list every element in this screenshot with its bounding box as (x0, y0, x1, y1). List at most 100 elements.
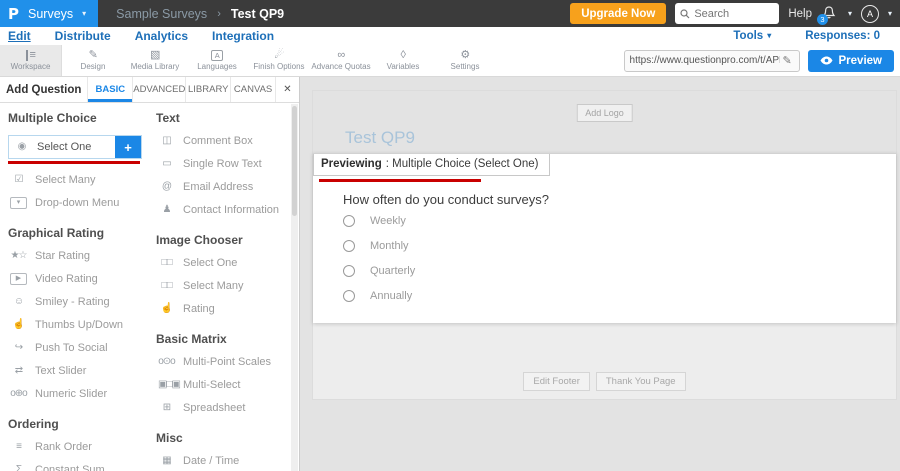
question-type-contact-information[interactable]: ♟ Contact Information (158, 204, 292, 216)
tag-icon: ◊ (401, 50, 406, 61)
question-type-video-rating[interactable]: ▶ Video Rating (10, 273, 144, 285)
question-type-image-select-one[interactable]: □□ Select One (158, 257, 292, 269)
question-type-comment-box[interactable]: ◫ Comment Box (158, 135, 292, 147)
tab-library[interactable]: LIBRARY (185, 77, 230, 102)
option-weekly[interactable]: Weekly (343, 208, 415, 233)
question-type-constant-sum[interactable]: Σ Constant Sum (10, 464, 144, 471)
item-label: Select Many (35, 174, 96, 186)
toolbar-advance-quotas-button[interactable]: ∞ Advance Quotas (310, 45, 372, 76)
spreadsheet-icon: ⊞ (158, 403, 175, 413)
avatar[interactable]: A (861, 5, 879, 23)
panel-tabs: BASIC ADVANCED LIBRARY CANVAS (87, 77, 275, 102)
toolbar-workspace-button[interactable]: ≡ Workspace (0, 45, 62, 76)
option-annually[interactable]: Annually (343, 283, 415, 308)
main-nav: Edit Distribute Analytics Integration To… (0, 27, 900, 45)
panel-title: Add Question (0, 77, 87, 102)
notification-caret-icon[interactable]: ▾ (848, 10, 852, 18)
toolbar-design-button[interactable]: ✎ Design (62, 45, 124, 76)
question-type-smiley-rating[interactable]: ☺ Smiley - Rating (10, 296, 144, 308)
question-type-spreadsheet[interactable]: ⊞ Spreadsheet (158, 402, 292, 414)
star-rating-icon: ★☆ (10, 251, 27, 261)
option-monthly[interactable]: Monthly (343, 233, 415, 258)
tab-advanced[interactable]: ADVANCED (132, 77, 185, 102)
search-box[interactable] (675, 3, 779, 24)
question-type-push-to-social[interactable]: ↪ Push To Social (10, 342, 144, 354)
toolbar-label: Finish Options (253, 63, 304, 71)
help-link[interactable]: Help (788, 8, 812, 20)
preview-button[interactable]: Preview (808, 50, 894, 72)
radio-icon[interactable] (343, 240, 355, 252)
toolbar-variables-button[interactable]: ◊ Variables (372, 45, 434, 76)
question-text[interactable]: How often do you conduct surveys? (343, 192, 549, 207)
magic-wand-icon: ☄ (274, 50, 283, 61)
panel-scrollbar[interactable] (291, 104, 298, 471)
responses-count[interactable]: Responses: 0 (805, 30, 880, 42)
notification-bell-icon[interactable]: 3 (821, 5, 839, 23)
radio-icon[interactable] (343, 265, 355, 277)
rank-order-icon: ≡ (10, 442, 27, 452)
question-type-dropdown-menu[interactable]: ▾ Drop-down Menu (10, 197, 144, 209)
select-many-icon: ☑ (10, 175, 27, 185)
account-caret-icon[interactable]: ▾ (888, 10, 892, 18)
previewing-tab: Previewing : Multiple Choice (Select One… (313, 154, 550, 176)
nav-item-distribute[interactable]: Distribute (55, 29, 111, 43)
edit-footer-button[interactable]: Edit Footer (523, 372, 589, 391)
item-label: Contact Information (183, 204, 279, 216)
question-type-single-row-text[interactable]: ▭ Single Row Text (158, 158, 292, 170)
chevron-down-icon: ▾ (82, 10, 86, 18)
topbar: P Surveys ▾ Sample Surveys › Test QP9 Up… (0, 0, 900, 27)
survey-title[interactable]: Test QP9 (345, 128, 415, 148)
question-type-text-slider[interactable]: ⇄ Text Slider (10, 365, 144, 377)
nav-item-analytics[interactable]: Analytics (135, 29, 188, 43)
red-underline (8, 161, 140, 164)
thank-you-page-button[interactable]: Thank You Page (596, 372, 686, 391)
nav-item-edit[interactable]: Edit (8, 29, 31, 43)
question-type-image-rating[interactable]: ☝ Rating (158, 303, 292, 315)
question-preview-card: Previewing : Multiple Choice (Select One… (313, 153, 896, 323)
surveys-menu[interactable]: P Surveys ▾ (0, 0, 98, 27)
question-type-thumbs-up-down[interactable]: ☝ Thumbs Up/Down (10, 319, 144, 331)
question-type-rank-order[interactable]: ≡ Rank Order (10, 441, 144, 453)
item-label: Select One (183, 257, 237, 269)
option-quarterly[interactable]: Quarterly (343, 258, 415, 283)
toolbar-finish-options-button[interactable]: ☄ Finish Options (248, 45, 310, 76)
preview-label: Preview (839, 55, 882, 67)
quota-links-icon: ∞ (337, 50, 344, 61)
item-label: Drop-down Menu (35, 197, 119, 209)
question-type-image-select-many[interactable]: □□ Select Many (158, 280, 292, 292)
nav-item-integration[interactable]: Integration (212, 29, 274, 43)
edit-url-pencil-icon[interactable]: ✎ (783, 54, 792, 67)
question-type-email-address[interactable]: @ Email Address (158, 181, 292, 193)
item-label: Star Rating (35, 250, 90, 262)
question-type-multi-point-scales[interactable]: o⊙o Multi-Point Scales (158, 356, 292, 368)
close-icon[interactable]: ✕ (275, 77, 299, 102)
radio-icon[interactable] (343, 215, 355, 227)
item-label: Select One (37, 141, 91, 153)
add-select-one-button[interactable]: + (115, 136, 141, 158)
tab-basic[interactable]: BASIC (87, 77, 132, 102)
question-type-select-one[interactable]: ◉ Select One + (8, 135, 142, 159)
toolbar-label: Design (81, 63, 106, 71)
tools-menu[interactable]: Tools▾ (733, 30, 771, 42)
item-label: Rank Order (35, 441, 92, 453)
question-type-date-time[interactable]: ▦ Date / Time (158, 455, 292, 467)
breadcrumb-parent[interactable]: Sample Surveys (116, 7, 207, 21)
thumbs-icon: ☝ (10, 320, 27, 330)
question-type-star-rating[interactable]: ★☆ Star Rating (10, 250, 144, 262)
toolbar-media-library-button[interactable]: ▧ Media Library (124, 45, 186, 76)
panel-scrollbar-thumb[interactable] (292, 106, 297, 216)
tab-canvas[interactable]: CANVAS (230, 77, 275, 102)
sigma-icon: Σ (10, 465, 27, 471)
upgrade-now-button[interactable]: Upgrade Now (570, 3, 666, 24)
add-logo-button[interactable]: Add Logo (576, 104, 633, 122)
search-input[interactable] (694, 8, 770, 20)
toolbar-settings-button[interactable]: ⚙ Settings (434, 45, 496, 76)
item-label: Multi-Point Scales (183, 356, 271, 368)
radio-icon[interactable] (343, 290, 355, 302)
toolbar-languages-button[interactable]: A Languages (186, 45, 248, 76)
question-type-select-many[interactable]: ☑ Select Many (10, 174, 144, 186)
survey-url-input[interactable] (630, 55, 780, 66)
question-type-multi-select[interactable]: ▣□▣ Multi-Select (158, 379, 292, 391)
question-type-numeric-slider[interactable]: o⊕o Numeric Slider (10, 388, 144, 400)
breadcrumb-separator-icon: › (217, 8, 221, 20)
